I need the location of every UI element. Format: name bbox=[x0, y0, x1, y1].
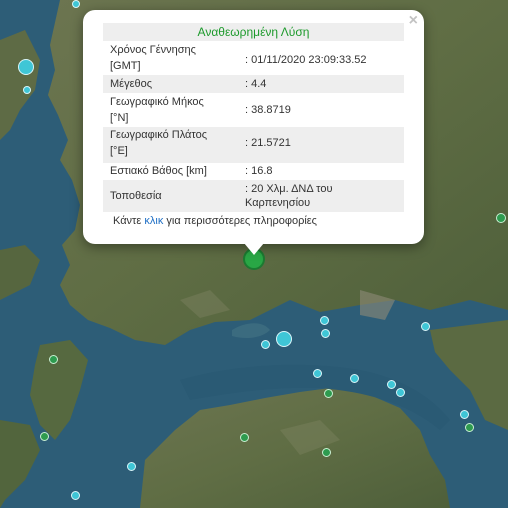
more-info-prefix: Κάντε bbox=[113, 215, 145, 227]
row-value: : 20 Χλμ. ΔΝΔ του bbox=[245, 183, 333, 195]
row-label: Εστιακό Βάθος [km] bbox=[110, 165, 207, 177]
row-label: [°N] bbox=[110, 112, 129, 124]
row-value: Καρπενησίου bbox=[245, 197, 311, 209]
map[interactable]: × Αναθεωρημένη Λύση Χρόνος Γέννησης [GMT… bbox=[0, 0, 508, 508]
row-label: Μέγεθος bbox=[110, 78, 153, 90]
earthquake-marker[interactable] bbox=[71, 491, 80, 500]
earthquake-marker[interactable] bbox=[321, 329, 330, 338]
row-magnitude: Μέγεθος : 4.4 bbox=[103, 75, 404, 93]
close-icon[interactable]: × bbox=[409, 13, 418, 29]
row-location: Τοποθεσία : 20 Χλμ. ΔΝΔ του Καρπενησίου bbox=[103, 180, 404, 212]
earthquake-marker[interactable] bbox=[350, 374, 359, 383]
earthquake-marker[interactable] bbox=[421, 322, 430, 331]
earthquake-marker[interactable] bbox=[460, 410, 469, 419]
earthquake-marker[interactable] bbox=[49, 355, 58, 364]
earthquake-marker[interactable] bbox=[396, 388, 405, 397]
row-value: : 38.8719 bbox=[245, 104, 291, 116]
earthquake-marker[interactable] bbox=[40, 432, 49, 441]
row-value: : 16.8 bbox=[245, 165, 273, 177]
more-info-link[interactable]: κλικ bbox=[144, 215, 163, 227]
row-label: Γεωγραφικό Μήκος bbox=[110, 96, 204, 108]
earthquake-marker[interactable] bbox=[72, 0, 80, 8]
earthquake-marker[interactable] bbox=[18, 59, 34, 75]
more-info-suffix: για περισσότερες πληροφορίες bbox=[163, 215, 317, 227]
earthquake-marker[interactable] bbox=[324, 389, 333, 398]
row-value: : 21.5721 bbox=[245, 137, 291, 149]
earthquake-marker[interactable] bbox=[496, 213, 506, 223]
row-label: Τοποθεσία bbox=[110, 190, 162, 202]
more-info-text: Κάντε κλικ για περισσότερες πληροφορίες bbox=[113, 215, 317, 227]
earthquake-marker[interactable] bbox=[127, 462, 136, 471]
row-value: : 01/11/2020 23:09:33.52 bbox=[245, 54, 367, 66]
row-latitude: Γεωγραφικό Μήκος [°N] : 38.8719 bbox=[103, 94, 404, 130]
earthquake-marker[interactable] bbox=[322, 448, 331, 457]
popup-title: Αναθεωρημένη Λύση bbox=[103, 23, 404, 41]
earthquake-marker[interactable] bbox=[313, 369, 322, 378]
earthquake-marker[interactable] bbox=[23, 86, 31, 94]
row-longitude: Γεωγραφικό Πλάτος [°E] : 21.5721 bbox=[103, 127, 404, 163]
earthquake-marker[interactable] bbox=[465, 423, 474, 432]
row-label: [GMT] bbox=[110, 60, 141, 72]
row-label: Γεωγραφικό Πλάτος bbox=[110, 129, 208, 141]
earthquake-marker[interactable] bbox=[261, 340, 270, 349]
earthquake-marker[interactable] bbox=[387, 380, 396, 389]
row-depth: Εστιακό Βάθος [km] : 16.8 bbox=[103, 162, 404, 180]
popup-pointer bbox=[244, 243, 264, 255]
row-label: Χρόνος Γέννησης bbox=[110, 44, 196, 56]
earthquake-marker[interactable] bbox=[320, 316, 329, 325]
earthquake-marker[interactable] bbox=[276, 331, 292, 347]
earthquake-info-popup: × Αναθεωρημένη Λύση Χρόνος Γέννησης [GMT… bbox=[83, 10, 424, 244]
earthquake-marker[interactable] bbox=[240, 433, 249, 442]
row-origin-time: Χρόνος Γέννησης [GMT] : 01/11/2020 23:09… bbox=[103, 42, 404, 78]
row-label: [°E] bbox=[110, 145, 128, 157]
row-value: : 4.4 bbox=[245, 78, 267, 90]
